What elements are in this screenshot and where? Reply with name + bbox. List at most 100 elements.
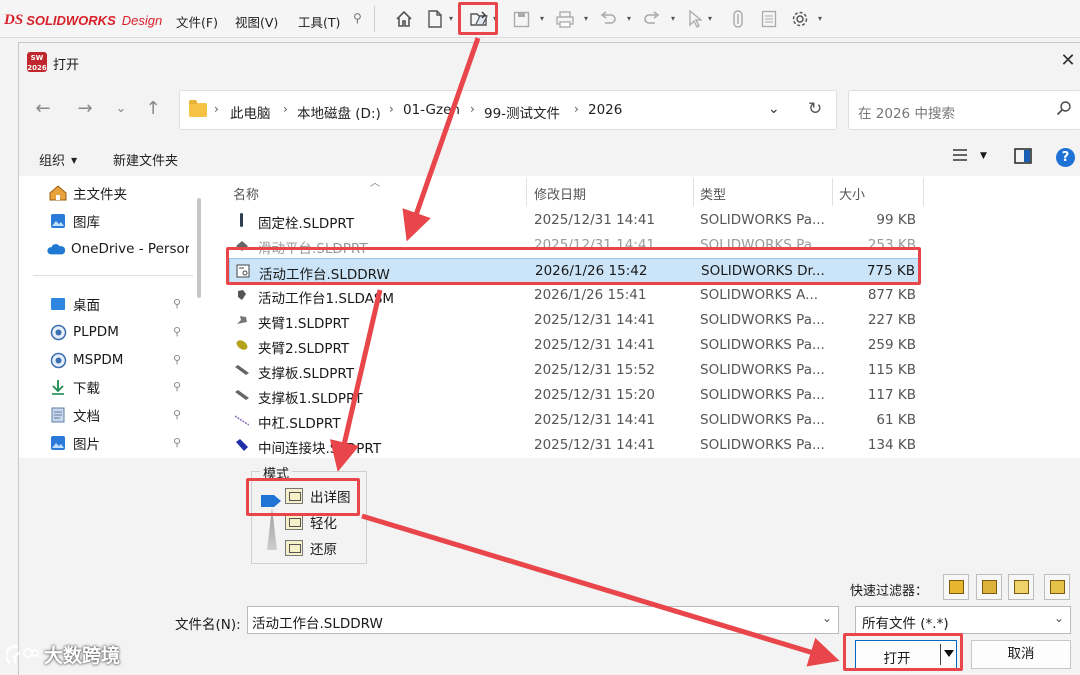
- rebuild-icon[interactable]: [728, 9, 748, 29]
- open-dropdown-icon[interactable]: ▾: [493, 14, 497, 23]
- nav-item-onedrive[interactable]: OneDrive - Persor: [47, 238, 189, 260]
- save-icon[interactable]: [511, 9, 531, 29]
- filter-parts-icon[interactable]: [943, 574, 969, 600]
- back-arrow-icon[interactable]: ←: [31, 98, 55, 119]
- nav-item-desktop[interactable]: 桌面: [49, 293, 191, 315]
- nav-item-gallery[interactable]: 图库: [49, 210, 191, 232]
- pin-icon[interactable]: ⚲: [173, 353, 181, 366]
- file-row-selected[interactable]: 活动工作台.SLDDRW 2026/1/26 15:42 SOLIDWORKS …: [229, 258, 921, 283]
- up-arrow-icon[interactable]: ↑: [141, 98, 165, 119]
- nav-item-downloads[interactable]: 下载: [49, 376, 191, 398]
- options-dropdown-icon[interactable]: ▾: [818, 14, 822, 23]
- pin-menu-icon[interactable]: ⚲: [353, 11, 362, 25]
- part-icon: [235, 415, 249, 426]
- address-dropdown-chevron-icon[interactable]: ⌄: [768, 101, 780, 117]
- redo-icon[interactable]: [642, 9, 662, 29]
- address-bar[interactable]: › 此电脑 › 本地磁盘 (D:) › 01-Gzen › 99-测试文件 › …: [179, 90, 837, 130]
- filter-top-assemblies-icon[interactable]: [1044, 574, 1070, 600]
- filetype-select[interactable]: 所有文件 (*.*) ⌄: [855, 606, 1071, 634]
- nav-item-pictures[interactable]: 图片: [49, 432, 191, 454]
- gear-icon[interactable]: [790, 9, 810, 29]
- file-row[interactable]: 活动工作台1.SLDASM 2026/1/26 15:41 SOLIDWORKS…: [229, 283, 921, 308]
- home-icon[interactable]: [394, 9, 414, 29]
- menu-view[interactable]: 视图(V): [235, 12, 278, 31]
- column-header-date[interactable]: 修改日期: [534, 184, 586, 203]
- view-dropdown-icon[interactable]: ▼: [980, 151, 987, 161]
- nav-item-plpdm[interactable]: PLPDM: [49, 321, 191, 343]
- nav-scrollbar[interactable]: [197, 198, 201, 298]
- column-separator[interactable]: [693, 178, 694, 206]
- column-header-size[interactable]: 大小: [839, 184, 865, 203]
- select-pointer-icon[interactable]: [685, 9, 705, 29]
- file-row[interactable]: 固定栓.SLDPRT 2025/12/31 14:41 SOLIDWORKS P…: [229, 208, 921, 233]
- close-icon[interactable]: ✕: [1058, 50, 1078, 72]
- new-document-icon[interactable]: [425, 9, 445, 29]
- menu-file[interactable]: 文件(F): [176, 12, 218, 31]
- open-file-icon[interactable]: [470, 9, 490, 29]
- pin-icon[interactable]: ⚲: [173, 380, 181, 393]
- new-dropdown-icon[interactable]: ▾: [449, 14, 453, 23]
- file-row[interactable]: 夹臂2.SLDPRT 2025/12/31 14:41 SOLIDWORKS P…: [229, 333, 921, 358]
- column-separator[interactable]: [923, 178, 924, 206]
- save-dropdown-icon[interactable]: ▾: [540, 14, 544, 23]
- file-row[interactable]: 支撑板1.SLDPRT 2025/12/31 15:20 SOLIDWORKS …: [229, 383, 921, 408]
- file-type: SOLIDWORKS Dr...: [701, 263, 825, 279]
- breadcrumb-this-pc[interactable]: 此电脑: [230, 102, 271, 122]
- part-icon: [236, 340, 248, 350]
- nav-item-mspdm[interactable]: MSPDM: [49, 349, 191, 371]
- open-button[interactable]: 打开: [855, 640, 957, 669]
- recent-locations-chevron-icon[interactable]: ⌄: [109, 101, 133, 116]
- file-row[interactable]: 支撑板.SLDPRT 2025/12/31 15:52 SOLIDWORKS P…: [229, 358, 921, 383]
- filename-dropdown-icon[interactable]: ⌄: [822, 611, 832, 625]
- breadcrumb-gzen[interactable]: 01-Gzen: [403, 102, 460, 118]
- breadcrumb-test-files[interactable]: 99-测试文件: [484, 102, 560, 122]
- column-header-name[interactable]: 名称: [233, 184, 259, 203]
- file-row[interactable]: 中杠.SLDPRT 2025/12/31 14:41 SOLIDWORKS Pa…: [229, 408, 921, 433]
- view-options-icon[interactable]: [952, 148, 968, 166]
- pin-icon[interactable]: ⚲: [173, 325, 181, 338]
- file-row[interactable]: 滑动平台.SLDPRT 2025/12/31 14:41 SOLIDWORKS …: [229, 233, 921, 258]
- mode-option-detailing[interactable]: 出详图: [285, 486, 351, 506]
- pin-icon[interactable]: ⚲: [173, 408, 181, 421]
- column-separator[interactable]: [832, 178, 833, 206]
- print-icon[interactable]: [555, 9, 575, 29]
- search-icon[interactable]: [1056, 100, 1072, 116]
- refresh-icon[interactable]: ↻: [808, 99, 822, 119]
- nav-item-label: OneDrive - Persor: [71, 241, 189, 257]
- column-header-type[interactable]: 类型: [700, 184, 726, 203]
- file-size: 775 KB: [866, 263, 915, 279]
- undo-icon[interactable]: [598, 9, 618, 29]
- mode-option-resolved[interactable]: 还原: [285, 538, 337, 558]
- filter-assemblies-icon[interactable]: [976, 574, 1002, 600]
- file-properties-icon[interactable]: [759, 9, 779, 29]
- file-list: ︿ 名称 修改日期 类型 大小 固定栓.SLDPRT 2025/12/31 14…: [209, 176, 1080, 458]
- menu-tools[interactable]: 工具(T): [298, 12, 340, 31]
- file-row[interactable]: 中间连接块.SLDPRT 2025/12/31 14:41 SOLIDWORKS…: [229, 433, 921, 458]
- filename-input[interactable]: 活动工作台.SLDDRW ⌄: [247, 606, 839, 634]
- organize-button[interactable]: 组织 ▼: [39, 150, 77, 169]
- new-folder-button[interactable]: 新建文件夹: [113, 150, 178, 169]
- redo-dropdown-icon[interactable]: ▾: [671, 14, 675, 23]
- forward-arrow-icon[interactable]: →: [73, 98, 97, 119]
- pin-icon[interactable]: ⚲: [173, 297, 181, 310]
- mode-option-lightweight[interactable]: 轻化: [285, 512, 337, 532]
- select-dropdown-icon[interactable]: ▾: [708, 14, 712, 23]
- help-icon[interactable]: ?: [1056, 148, 1075, 167]
- column-separator[interactable]: [526, 178, 527, 206]
- open-file-dialog: SW 2026 打开 ✕ ← → ⌄ ↑ › 此电脑 › 本地磁盘 (D:) ›…: [18, 42, 1080, 675]
- preview-pane-icon[interactable]: [1014, 148, 1032, 168]
- file-row[interactable]: 夹臂1.SLDPRT 2025/12/31 14:41 SOLIDWORKS P…: [229, 308, 921, 333]
- filetype-dropdown-icon[interactable]: ⌄: [1054, 611, 1064, 625]
- nav-item-home[interactable]: 主文件夹: [49, 182, 191, 204]
- filter-drawings-icon[interactable]: [1008, 574, 1034, 600]
- undo-dropdown-icon[interactable]: ▾: [627, 14, 631, 23]
- breadcrumb-2026[interactable]: 2026: [588, 102, 622, 118]
- pin-icon[interactable]: ⚲: [173, 436, 181, 449]
- cancel-button[interactable]: 取消: [971, 640, 1071, 669]
- search-box[interactable]: 在 2026 中搜索: [848, 90, 1080, 130]
- open-dropdown-caret-icon[interactable]: [944, 650, 954, 657]
- dialog-titlebar: SW 2026 打开 ✕: [19, 43, 1080, 81]
- print-dropdown-icon[interactable]: ▾: [584, 14, 588, 23]
- breadcrumb-local-disk[interactable]: 本地磁盘 (D:): [297, 102, 381, 122]
- nav-item-documents[interactable]: 文档: [49, 404, 191, 426]
